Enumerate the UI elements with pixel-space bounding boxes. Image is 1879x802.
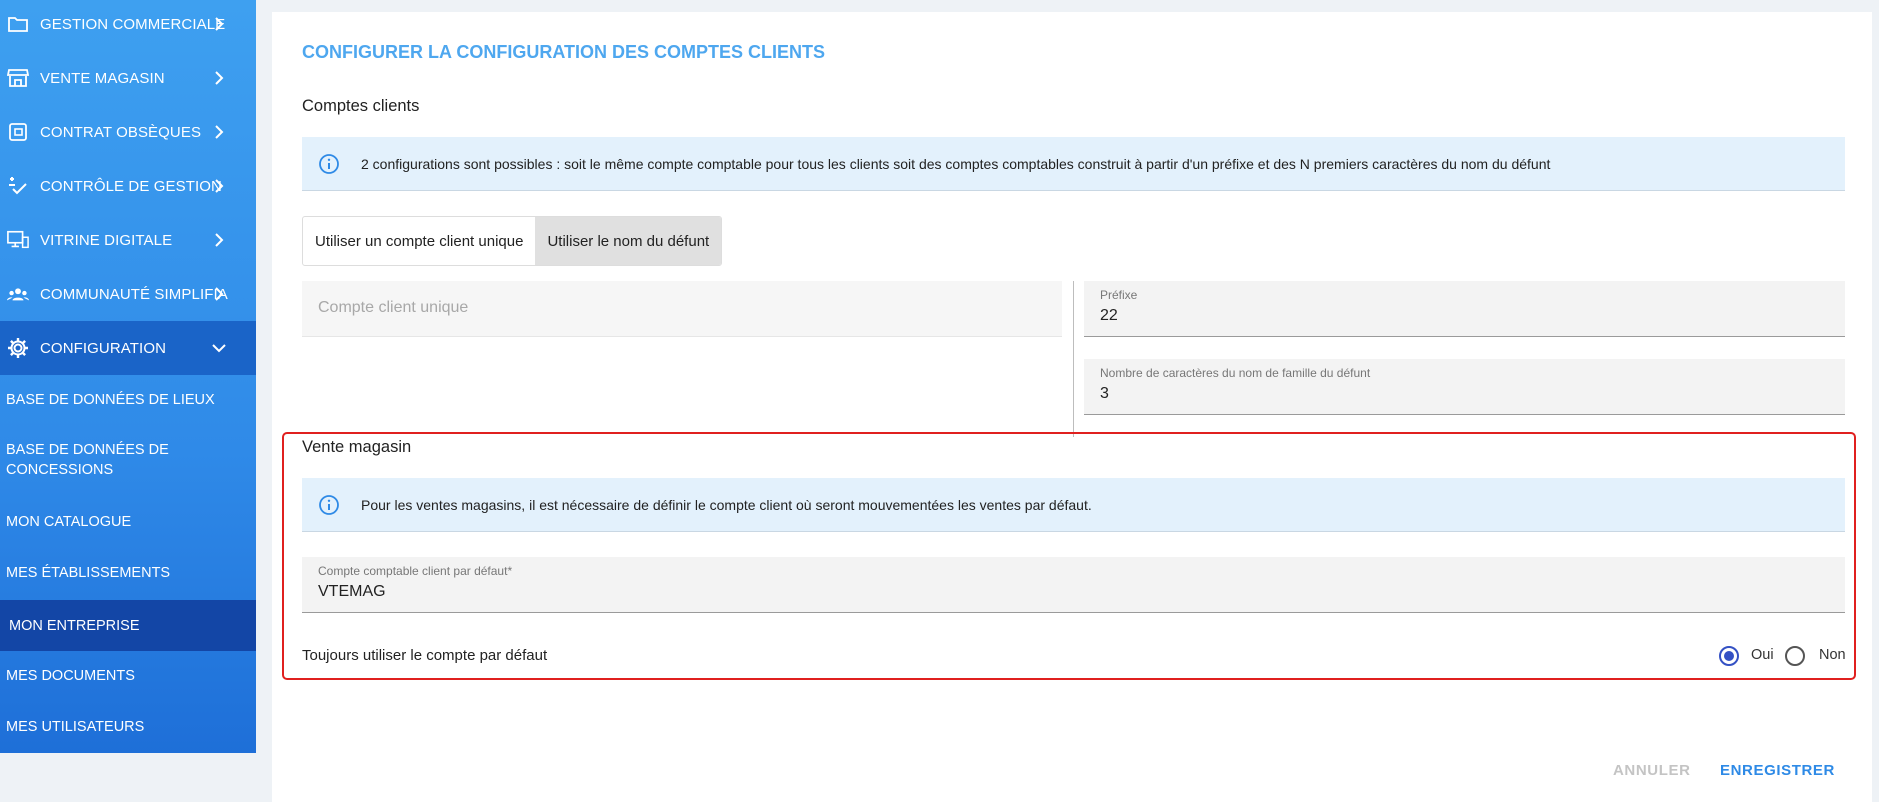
- radio-non[interactable]: [1785, 646, 1805, 666]
- compte-client-unique-field[interactable]: Compte client unique: [302, 281, 1062, 337]
- sidebar-subitem-base-lieux[interactable]: BASE DE DONNÉES DE LIEUX: [0, 375, 256, 425]
- folder-icon: [7, 13, 29, 35]
- sidebar-subitem-label: MES ÉTABLISSEMENTS: [6, 565, 171, 581]
- sidebar-subitem-mes-utilisateurs[interactable]: MES UTILISATEURS: [0, 702, 256, 752]
- chevron-right-icon: [215, 287, 224, 301]
- sidebar-item-configuration[interactable]: CONFIGURATION: [0, 321, 256, 375]
- sidebar-item-label: CONTRÔLE DE GESTION: [40, 177, 222, 195]
- cancel-button[interactable]: ANNULER: [1613, 762, 1691, 779]
- prefixe-label: Préfixe: [1100, 288, 1138, 302]
- comptes-clients-info: 2 configurations sont possibles : soit l…: [302, 137, 1845, 191]
- info-icon: [319, 153, 339, 174]
- sidebar-subitem-label: MES UTILISATEURS: [6, 719, 145, 735]
- sidebar-item-label: VENTE MAGASIN: [40, 69, 165, 87]
- sidebar-item-vente-magasin[interactable]: VENTE MAGASIN: [0, 51, 256, 105]
- sidebar-item-controle-de-gestion[interactable]: CONTRÔLE DE GESTION: [0, 159, 256, 213]
- sidebar: GESTION COMMERCIALE VENTE MAGASIN CONTRA…: [0, 0, 256, 753]
- sidebar-item-label: CONFIGURATION: [40, 339, 167, 357]
- sidebar-subitem-mon-entreprise[interactable]: MON ENTREPRISE: [0, 600, 256, 651]
- column-divider: [1073, 281, 1074, 437]
- compte-defaut-value: VTEMAG: [318, 583, 386, 600]
- sidebar-subitem-label: BASE DE DONNÉES DE CONCESSIONS: [6, 442, 169, 478]
- page-title: CONFIGURER LA CONFIGURATION DES COMPTES …: [302, 42, 826, 62]
- radio-oui-label: Oui: [1751, 647, 1774, 663]
- sidebar-subitem-label: MES DOCUMENTS: [6, 668, 135, 684]
- chevron-down-icon: [212, 344, 226, 353]
- sidebar-subitem-mes-etablissements[interactable]: MES ÉTABLISSEMENTS: [0, 548, 256, 598]
- sidebar-item-gestion-commerciale[interactable]: GESTION COMMERCIALE: [0, 0, 256, 51]
- account-mode-toggle: Utiliser un compte client unique Utilise…: [302, 216, 723, 266]
- sidebar-item-label: COMMUNAUTÉ SIMPLIFIA: [40, 285, 228, 303]
- info-icon: [319, 494, 339, 515]
- sidebar-item-label: GESTION COMMERCIALE: [40, 15, 226, 33]
- toujours-defaut-row: Toujours utiliser le compte par défaut O…: [302, 644, 1846, 668]
- prefixe-field[interactable]: Préfixe 22: [1084, 281, 1845, 337]
- radio-oui[interactable]: [1719, 646, 1739, 666]
- contract-icon: [7, 121, 29, 143]
- nb-caracteres-value: 3: [1100, 385, 1109, 402]
- prefixe-value: 22: [1100, 307, 1118, 324]
- nb-caracteres-label: Nombre de caractères du nom de famille d…: [1100, 366, 1371, 380]
- info-text: Pour les ventes magasins, il est nécessa…: [361, 496, 1092, 513]
- compte-defaut-label: Compte comptable client par défaut*: [318, 564, 513, 578]
- sidebar-item-label: VITRINE DIGITALE: [40, 231, 173, 249]
- chevron-right-icon: [215, 125, 224, 139]
- chevron-right-icon: [215, 71, 224, 85]
- save-button[interactable]: ENREGISTRER: [1720, 762, 1835, 779]
- compte-defaut-field[interactable]: Compte comptable client par défaut* VTEM…: [302, 557, 1845, 613]
- sidebar-subitem-mon-catalogue[interactable]: MON CATALOGUE: [0, 497, 256, 547]
- sidebar-item-contrat-obseques[interactable]: CONTRAT OBSÈQUES: [0, 105, 256, 159]
- comptes-clients-title: Comptes clients: [302, 97, 420, 115]
- control-check-icon: [7, 175, 29, 197]
- info-text: 2 configurations sont possibles : soit l…: [361, 155, 1551, 172]
- vente-magasin-highlight: [282, 432, 1856, 680]
- chevron-right-icon: [215, 179, 224, 193]
- sidebar-item-communaute-simplifia[interactable]: COMMUNAUTÉ SIMPLIFIA: [0, 267, 256, 321]
- vente-magasin-title: Vente magasin: [302, 438, 412, 456]
- toggle-nom-defunt[interactable]: Utiliser le nom du défunt: [535, 217, 722, 265]
- sidebar-subitem-mes-documents[interactable]: MES DOCUMENTS: [0, 651, 256, 701]
- compte-client-unique-placeholder: Compte client unique: [318, 299, 469, 316]
- sidebar-subitem-label: MON ENTREPRISE: [9, 617, 140, 634]
- nb-caracteres-field[interactable]: Nombre de caractères du nom de famille d…: [1084, 359, 1845, 415]
- community-icon: [7, 283, 29, 305]
- toujours-defaut-label: Toujours utiliser le compte par défaut: [302, 647, 548, 664]
- sidebar-item-vitrine-digitale[interactable]: VITRINE DIGITALE: [0, 213, 256, 267]
- store-icon: [7, 67, 29, 89]
- vente-magasin-info: Pour les ventes magasins, il est nécessa…: [302, 478, 1845, 532]
- sidebar-item-label: CONTRAT OBSÈQUES: [40, 123, 202, 141]
- chevron-right-icon: [215, 233, 224, 247]
- chevron-right-icon: [215, 17, 224, 31]
- sidebar-subitem-base-concessions[interactable]: BASE DE DONNÉES DE CONCESSIONS: [0, 432, 200, 488]
- sidebar-subitem-label: BASE DE DONNÉES DE LIEUX: [6, 392, 215, 408]
- monitor-icon: [7, 229, 29, 251]
- radio-non-label: Non: [1819, 647, 1846, 663]
- sidebar-subitem-label: MON CATALOGUE: [6, 514, 132, 530]
- gear-icon: [7, 337, 29, 359]
- toggle-compte-unique[interactable]: Utiliser un compte client unique: [303, 217, 535, 265]
